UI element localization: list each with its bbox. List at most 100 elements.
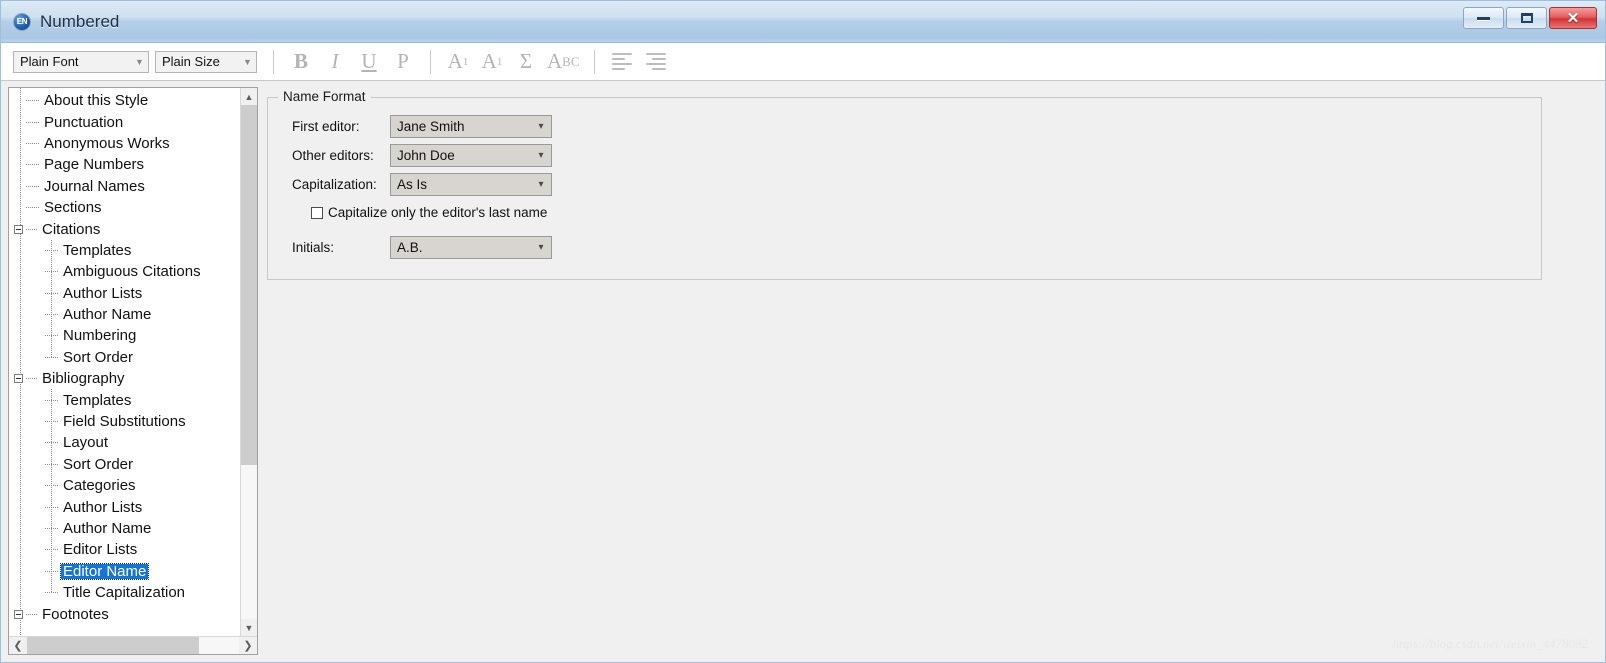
tree-connector-stub bbox=[26, 207, 40, 209]
tree-item-sections[interactable]: Sections bbox=[9, 197, 240, 218]
scroll-left-button[interactable]: ❮ bbox=[9, 637, 27, 654]
tree-item-sort-order[interactable]: Sort Order bbox=[9, 347, 240, 368]
tree-item-about-this-style[interactable]: About this Style bbox=[9, 90, 240, 111]
underline-button[interactable]: U bbox=[352, 48, 386, 76]
formatting-toolbar: Plain Font ▼ Plain Size ▼ B I U P A1 A1 … bbox=[1, 43, 1605, 81]
plain-button[interactable]: P bbox=[386, 48, 420, 76]
capitalization-combo[interactable]: As Is ▾ bbox=[390, 173, 552, 196]
tree-connector-stub bbox=[45, 528, 59, 529]
style-tree[interactable]: About this Style Punctuation Anonymous Wor… bbox=[9, 88, 240, 636]
scroll-track-horizontal[interactable] bbox=[27, 637, 239, 654]
tree-connector-stub bbox=[45, 335, 59, 337]
tree-connector-stub bbox=[26, 613, 38, 615]
tree-item-author-name[interactable]: Author Name bbox=[9, 304, 240, 325]
other-editors-combo[interactable]: John Doe ▾ bbox=[390, 144, 552, 167]
tree-item-label: Journal Names bbox=[44, 177, 145, 195]
tree-collapse-icon[interactable] bbox=[14, 609, 23, 619]
subscript-button[interactable]: A1 bbox=[475, 48, 509, 76]
scroll-right-button[interactable]: ❯ bbox=[239, 637, 257, 654]
chevron-down-icon: ▾ bbox=[538, 150, 544, 161]
style-tree-panel: About this Style Punctuation Anonymous Wor… bbox=[8, 87, 258, 655]
bold-button[interactable]: B bbox=[284, 48, 318, 76]
tree-item-templates[interactable]: Templates bbox=[9, 389, 240, 410]
tree-collapse-icon[interactable] bbox=[14, 374, 23, 384]
other-editors-row: Other editors: John Doe ▾ bbox=[292, 144, 552, 167]
tree-item-page-numbers[interactable]: Page Numbers bbox=[9, 154, 240, 175]
superscript-icon-script: 1 bbox=[462, 55, 469, 68]
tree-item-templates[interactable]: Templates bbox=[9, 240, 240, 261]
align-left-icon bbox=[611, 53, 632, 70]
minimize-button[interactable] bbox=[1463, 7, 1504, 29]
align-right-button[interactable] bbox=[639, 48, 673, 76]
scroll-down-button[interactable]: ▼ bbox=[241, 619, 257, 636]
font-combo[interactable]: Plain Font ▼ bbox=[13, 50, 149, 73]
tree-item-editor-name[interactable]: Editor Name bbox=[9, 561, 240, 582]
align-left-button[interactable] bbox=[605, 48, 639, 76]
tree-item-anonymous-works[interactable]: Anonymous Works bbox=[9, 133, 240, 154]
tree-item-categories[interactable]: Categories bbox=[9, 475, 240, 496]
superscript-button[interactable]: A1 bbox=[441, 48, 475, 76]
tree-item-author-lists[interactable]: Author Lists bbox=[9, 283, 240, 304]
tree-item-label: Footnotes bbox=[42, 605, 109, 623]
window-title: Numbered bbox=[40, 11, 120, 31]
capitalization-row: Capitalization: As Is ▾ bbox=[292, 173, 552, 196]
tree-item-editor-lists[interactable]: Editor Lists bbox=[9, 539, 240, 560]
tree-item-sort-order[interactable]: Sort Order bbox=[9, 454, 240, 475]
scroll-up-button[interactable]: ▲ bbox=[241, 88, 257, 105]
capitalization-value: As Is bbox=[397, 177, 428, 192]
endnote-icon: EN bbox=[13, 12, 31, 31]
initials-combo[interactable]: A.B. ▾ bbox=[390, 236, 552, 259]
tree-item-author-lists[interactable]: Author Lists bbox=[9, 496, 240, 517]
size-combo[interactable]: Plain Size ▼ bbox=[155, 50, 257, 73]
tree-item-layout[interactable]: Layout bbox=[9, 432, 240, 453]
tree-inner: About this Style Punctuation Anonymous Wor… bbox=[9, 88, 257, 636]
tree-item-field-substitutions[interactable]: Field Substitutions bbox=[9, 411, 240, 432]
tree-collapse-icon[interactable] bbox=[14, 224, 23, 234]
close-button[interactable]: ✕ bbox=[1549, 7, 1597, 29]
tree-connector-line bbox=[51, 240, 52, 358]
tree-horizontal-scrollbar[interactable]: ❮ ❯ bbox=[9, 636, 257, 654]
first-editor-combo[interactable]: Jane Smith ▾ bbox=[390, 115, 552, 138]
italic-button[interactable]: I bbox=[318, 48, 352, 76]
tree-item-label: Sort Order bbox=[63, 348, 134, 366]
tree-item-numbering[interactable]: Numbering bbox=[9, 325, 240, 346]
tree-connector-line bbox=[51, 389, 52, 593]
tree-vertical-scrollbar[interactable]: ▲ ▼ bbox=[240, 88, 257, 636]
bold-icon: B bbox=[293, 49, 308, 73]
close-icon: ✕ bbox=[1566, 9, 1580, 27]
tree-item-label: Author Name bbox=[63, 306, 152, 324]
tree-item-ambiguous-citations[interactable]: Ambiguous Citations bbox=[9, 261, 240, 282]
capitalize-last-name-checkbox[interactable] bbox=[311, 206, 323, 219]
scroll-thumb-horizontal[interactable] bbox=[27, 637, 199, 654]
scroll-thumb-vertical[interactable] bbox=[241, 105, 257, 465]
maximize-button[interactable] bbox=[1506, 7, 1547, 29]
tree-item-journal-names[interactable]: Journal Names bbox=[9, 176, 240, 197]
symbol-button[interactable]: Σ bbox=[509, 48, 543, 76]
plain-icon: P bbox=[397, 49, 409, 73]
tree-item-label: Sort Order bbox=[63, 455, 134, 473]
capitalize-last-name-checkbox-row[interactable]: Capitalize only the editor's last name bbox=[311, 205, 547, 220]
tree-item-author-name[interactable]: Author Name bbox=[9, 518, 240, 539]
tree-connector-stub bbox=[45, 421, 59, 423]
small-caps-button[interactable]: A BC bbox=[543, 48, 584, 76]
tree-item-citations[interactable]: Citations bbox=[9, 218, 240, 239]
tree-connector-stub bbox=[26, 164, 40, 166]
tree-item-title-capitalization[interactable]: Title Capitalization bbox=[9, 582, 240, 603]
tree-item-label: Author Lists bbox=[63, 284, 143, 302]
tree-connector-stub bbox=[26, 142, 40, 144]
tree-item-punctuation[interactable]: Punctuation bbox=[9, 111, 240, 132]
scroll-track-vertical[interactable] bbox=[241, 105, 257, 619]
italic-icon: I bbox=[331, 49, 339, 73]
initials-label: Initials: bbox=[292, 240, 335, 255]
tree-connector-stub bbox=[45, 292, 59, 294]
tree-item-bibliography[interactable]: Bibliography bbox=[9, 368, 240, 389]
tree-item-footnotes[interactable]: Footnotes bbox=[9, 603, 240, 624]
initials-row: Initials: A.B. ▾ bbox=[292, 236, 552, 259]
